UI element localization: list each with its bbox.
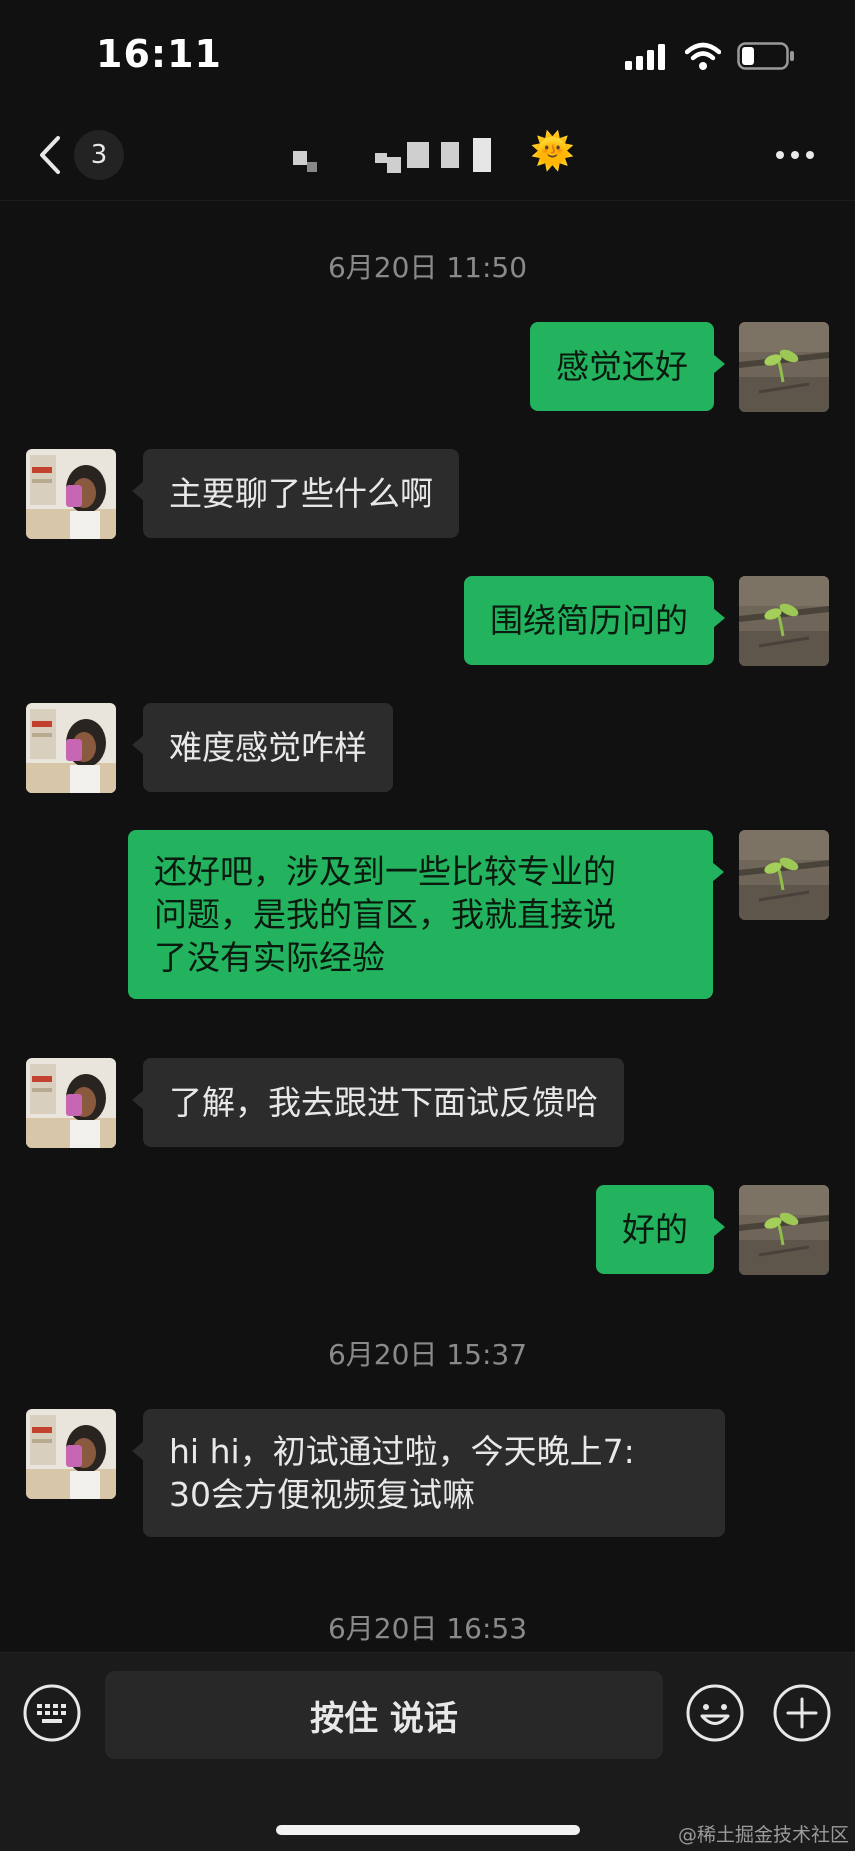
chat-input-bar: 按住 说话 @稀土掘金技术社区 [0,1652,855,1851]
sun-emoji-icon: 🌞 [530,131,575,172]
my-avatar[interactable] [739,830,829,920]
hold-to-talk-button[interactable]: 按住 说话 [105,1671,663,1759]
outgoing-message-bubble[interactable]: 感觉还好 [530,322,725,411]
message-timestamp: 6月20日 15:37 [327,1338,528,1371]
unread-count-badge[interactable]: 3 [74,130,124,180]
message-timestamp: 6月20日 11:50 [327,251,528,284]
battery-icon [737,42,794,70]
watermark-text: @稀土掘金技术社区 [677,1824,849,1846]
emoji-icon[interactable] [685,1683,745,1743]
keyboard-icon[interactable] [22,1683,82,1743]
plus-icon[interactable] [772,1683,832,1743]
message-line: 30会方便视频复试嘛 [169,1475,475,1514]
message-line: 还好吧，涉及到一些比较专业的 [154,852,616,891]
back-chevron-icon[interactable] [30,130,70,180]
incoming-message-bubble[interactable]: 主要聊了些什么啊 [132,449,459,538]
contact-avatar[interactable] [26,1058,116,1148]
wifi-icon [685,42,721,70]
contact-avatar[interactable] [26,449,116,539]
status-bar: 16:11 [0,0,855,110]
my-avatar[interactable] [739,322,829,412]
status-time: 16:11 [96,32,222,76]
my-avatar[interactable] [739,576,829,666]
outgoing-message-bubble[interactable]: 好的 [596,1185,725,1274]
incoming-message-bubble[interactable]: 难度感觉咋样 [132,703,393,792]
contact-avatar[interactable] [26,1409,116,1499]
my-avatar[interactable] [739,1185,829,1275]
message-line: 了没有实际经验 [154,938,385,977]
incoming-message-bubble[interactable]: hi hi，初试通过啦，今天晚上7: 30会方便视频复试嘛 [132,1409,725,1537]
outgoing-message-bubble[interactable]: 还好吧，涉及到一些比较专业的 问题，是我的盲区，我就直接说 了没有实际经验 [128,830,724,999]
incoming-message-bubble[interactable]: 了解，我去跟进下面试反馈哈 [132,1058,624,1147]
home-indicator[interactable] [276,1825,580,1835]
message-line: hi hi，初试通过啦，今天晚上7: [169,1432,635,1471]
message-line: 问题，是我的盲区，我就直接说 [154,895,616,934]
cellular-signal-icon [625,44,665,70]
outgoing-message-bubble[interactable]: 围绕简历问的 [464,576,725,665]
more-options-icon[interactable] [770,132,820,178]
message-timestamp: 6月20日 16:53 [327,1612,528,1645]
contact-avatar[interactable] [26,703,116,793]
chat-header: 3 🌞 [0,110,855,201]
